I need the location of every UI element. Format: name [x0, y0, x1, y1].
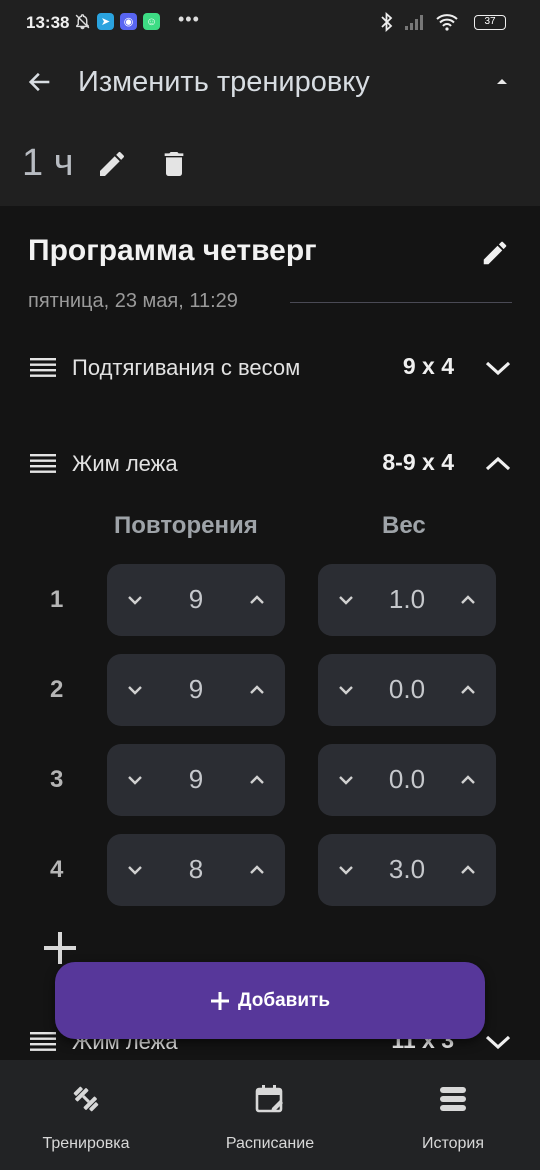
- chevron-up-icon[interactable]: [454, 586, 482, 614]
- reps-stepper-value[interactable]: 8: [151, 854, 241, 885]
- caret-up-icon: [497, 79, 507, 84]
- chevron-down-icon[interactable]: [332, 586, 360, 614]
- exercise-row[interactable]: Жим лежа 8-9 x 4: [0, 440, 540, 488]
- battery-icon: 37: [474, 15, 506, 30]
- chevron-up-icon[interactable]: [454, 856, 482, 884]
- bell-off-icon: [75, 14, 90, 30]
- reps-stepper[interactable]: 8: [107, 834, 285, 906]
- nav-label: Расписание: [225, 1135, 315, 1152]
- chevron-up-icon[interactable]: [243, 586, 271, 614]
- set-number: 1: [50, 586, 64, 613]
- workout-content[interactable]: Программа четверг пятница, 23 мая, 11:29…: [0, 206, 540, 1060]
- dumbbell-icon: [73, 1086, 99, 1112]
- bluetooth-icon: [381, 12, 393, 32]
- reps-stepper-value[interactable]: 9: [151, 764, 241, 795]
- add-exercise-label: Добавить: [237, 989, 331, 1011]
- chevron-down-icon[interactable]: [482, 352, 514, 384]
- reps-column-header: Повторения: [114, 512, 258, 539]
- status-right-icons: [380, 12, 458, 32]
- set-number: 4: [50, 856, 64, 883]
- weight-stepper[interactable]: 1.0: [318, 564, 496, 636]
- drag-handle-icon[interactable]: [30, 1030, 56, 1052]
- drag-handle-icon[interactable]: [30, 452, 56, 474]
- signal-icon: [405, 15, 423, 30]
- chevron-up-icon[interactable]: [454, 676, 482, 704]
- telegram-icon: ➤: [97, 13, 114, 30]
- set-number: 3: [50, 766, 64, 793]
- reps-stepper[interactable]: 9: [107, 744, 285, 816]
- reps-stepper-value[interactable]: 9: [151, 584, 241, 615]
- weight-stepper-value[interactable]: 3.0: [362, 854, 452, 885]
- workout-date: пятница, 23 мая, 11:29: [28, 290, 238, 312]
- chevron-down-icon[interactable]: [482, 1026, 514, 1058]
- drag-handle-icon[interactable]: [30, 356, 56, 378]
- pencil-icon: [483, 241, 507, 265]
- exercise-sets-summary: 9 x 4: [402, 353, 454, 379]
- nav-item-schedule[interactable]: Расписание: [185, 1082, 355, 1153]
- program-title: Программа четверг: [28, 234, 317, 267]
- reps-stepper[interactable]: 9: [107, 654, 285, 726]
- notification-icons: ➤ ◉ ☺: [74, 13, 160, 30]
- bottom-navigation: Тренировка Расписание История: [0, 1060, 540, 1170]
- divider: [290, 302, 512, 303]
- collapse-header-button[interactable]: [490, 70, 514, 94]
- exercise-sets-summary: 8-9 x 4: [382, 449, 454, 475]
- exercise-name: Подтягивания с весом: [72, 355, 301, 380]
- discord-icon: ◉: [120, 13, 137, 30]
- chevron-up-icon[interactable]: [243, 766, 271, 794]
- more-notifications-icon: •••: [178, 9, 200, 29]
- add-exercise-button[interactable]: Добавить: [55, 962, 485, 1039]
- exercise-row[interactable]: Подтягивания с весом 9 x 4: [0, 344, 540, 392]
- nav-item-workout[interactable]: Тренировка: [1, 1082, 171, 1153]
- workout-duration: 1 ч: [22, 142, 74, 184]
- chevron-down-icon[interactable]: [332, 856, 360, 884]
- chevron-up-icon[interactable]: [243, 856, 271, 884]
- weight-stepper-value[interactable]: 1.0: [362, 584, 452, 615]
- exercise-name: Жим лежа: [72, 451, 178, 476]
- chevron-down-icon[interactable]: [332, 676, 360, 704]
- arrow-left-icon: [28, 72, 50, 92]
- set-number: 2: [50, 676, 64, 703]
- weight-stepper-value[interactable]: 0.0: [362, 674, 452, 705]
- top-app-bar: Изменить тренировку 1 ч: [0, 46, 540, 206]
- chevron-down-icon[interactable]: [121, 586, 149, 614]
- calendar-edit-icon: [255, 1085, 283, 1113]
- chevron-up-icon[interactable]: [454, 766, 482, 794]
- back-button[interactable]: [22, 64, 58, 100]
- android-app-icon: ☺: [143, 13, 160, 30]
- nav-label: История: [421, 1135, 485, 1152]
- weight-stepper[interactable]: 0.0: [318, 654, 496, 726]
- nav-label: Тренировка: [42, 1135, 130, 1152]
- chevron-up-icon[interactable]: [482, 448, 514, 480]
- plus-icon: [210, 991, 229, 1010]
- stack-icon: [440, 1087, 466, 1111]
- trash-icon: [164, 152, 184, 176]
- chevron-down-icon[interactable]: [121, 676, 149, 704]
- pencil-icon: [100, 151, 124, 176]
- reps-stepper[interactable]: 9: [107, 564, 285, 636]
- add-set-button[interactable]: [42, 930, 78, 966]
- weight-stepper-value[interactable]: 0.0: [362, 764, 452, 795]
- chevron-down-icon[interactable]: [121, 856, 149, 884]
- delete-workout-button[interactable]: [158, 148, 190, 180]
- edit-program-button[interactable]: [480, 238, 510, 268]
- status-bar: 13:38 ➤ ◉ ☺ ••• 37: [0, 0, 540, 46]
- status-time: 13:38: [26, 13, 70, 32]
- weight-stepper[interactable]: 0.0: [318, 744, 496, 816]
- page-title: Изменить тренировку: [78, 66, 370, 98]
- edit-duration-button[interactable]: [96, 148, 128, 180]
- weight-column-header: Вес: [382, 512, 426, 539]
- wifi-icon: [436, 14, 458, 31]
- weight-stepper[interactable]: 3.0: [318, 834, 496, 906]
- nav-item-history[interactable]: История: [368, 1082, 538, 1153]
- reps-stepper-value[interactable]: 9: [151, 674, 241, 705]
- chevron-down-icon[interactable]: [332, 766, 360, 794]
- chevron-down-icon[interactable]: [121, 766, 149, 794]
- chevron-up-icon[interactable]: [243, 676, 271, 704]
